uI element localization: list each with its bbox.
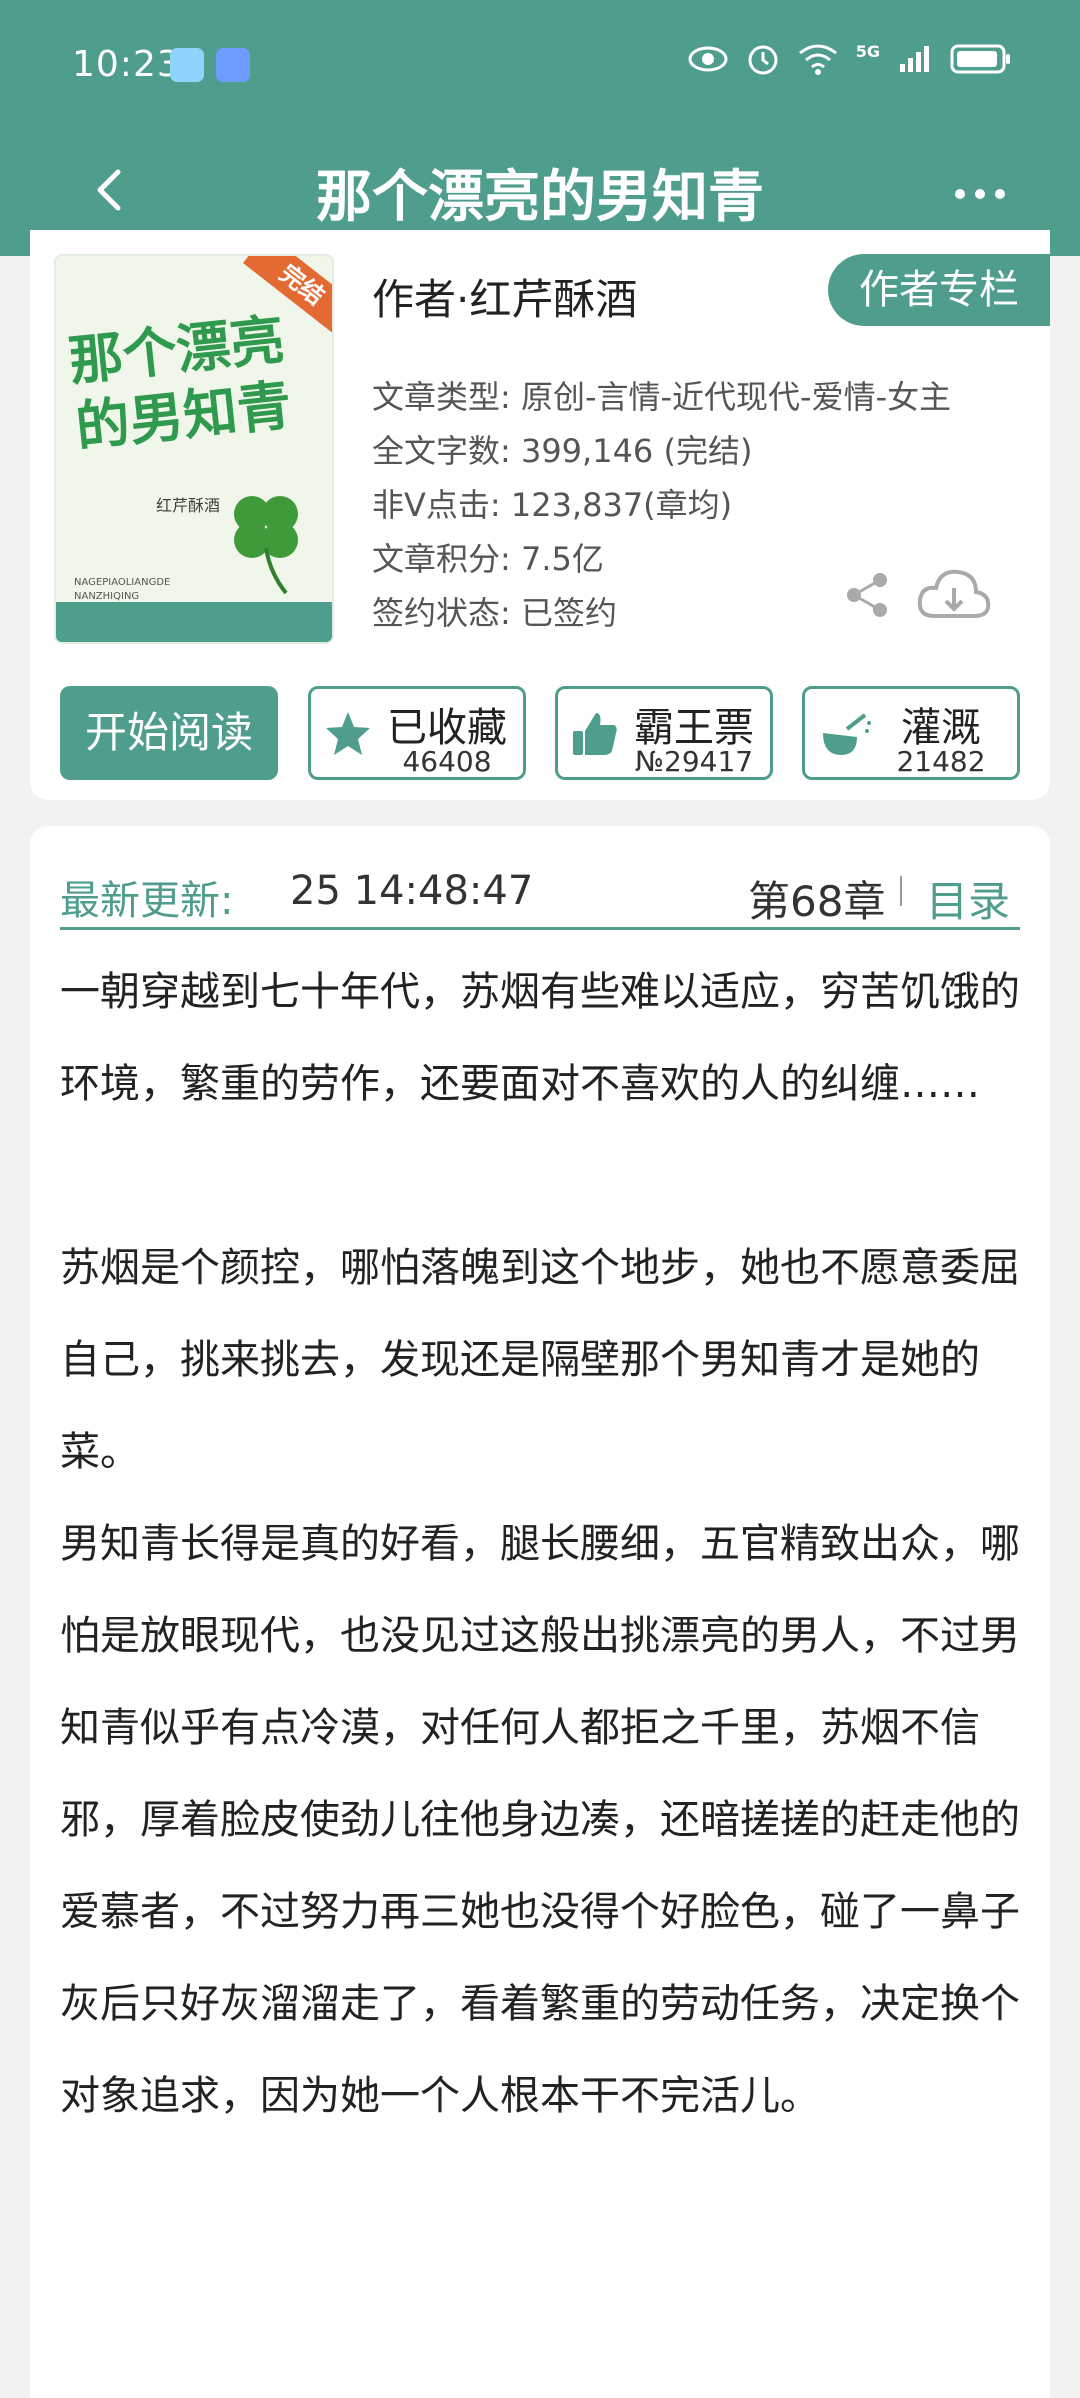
latest-update-row[interactable]: 最新更新: 25 14:48:47 第68章 目录 [60, 850, 1020, 930]
meta-type: 文章类型: 原创-言情-近代现代-爱情-女主 [372, 378, 952, 416]
signal-icon [900, 46, 929, 72]
eye-icon [688, 46, 728, 72]
thumbs-up-icon [573, 713, 617, 755]
star-icon [326, 712, 370, 755]
favorite-button[interactable]: 已收藏 46408 [308, 686, 526, 780]
author-name[interactable]: 作者·红芹酥酒 [372, 266, 637, 327]
water-button[interactable]: 灌溉 21482 [802, 686, 1020, 780]
latest-chapter[interactable]: 第68章 [748, 868, 885, 929]
wifi-icon [798, 44, 837, 75]
book-cover[interactable]: 那个漂亮的男知青 红芹酥酒 NAGEPIAOLIANGDE NANZHIQING… [54, 254, 334, 644]
cover-title: 那个漂亮的男知青 [65, 307, 295, 459]
favorite-count: 46408 [402, 745, 492, 778]
start-reading-button[interactable]: 开始阅读 [60, 686, 278, 780]
synopsis-paragraph: 苏烟是个颜控，哪怕落魄到这个地步，她也不愿意委屈自己，挑来挑去，发现还是隔壁那个… [60, 1245, 1020, 1475]
watering-can-icon [823, 713, 871, 755]
divider [900, 876, 902, 906]
clover-icon [234, 496, 298, 595]
latest-update-time: 25 14:48:47 [290, 868, 534, 914]
synopsis-text: 一朝穿越到七十年代，苏烟有些难以适应，穷苦饥饿的环境，繁重的劳作，还要面对不喜欢… [60, 946, 1020, 2142]
synopsis-paragraph [60, 1130, 1020, 1222]
cover-pinyin: NAGEPIAOLIANGDE NANZHIQING [74, 577, 171, 602]
status-bar: 10:23 5G [0, 0, 1080, 130]
battery-icon [950, 44, 1010, 74]
table-of-contents-link[interactable]: 目录 [926, 868, 1010, 929]
alarm-icon [748, 45, 778, 75]
meta-clicks: 非Ⅴ点击: 123,837(章均) [372, 486, 733, 524]
action-buttons: 开始阅读 已收藏 46408 霸王票 №29417 灌溉 21482 [30, 686, 1050, 782]
synopsis-paragraph: 男知青长得是真的好看，腿长腰细，五官精致出众，哪怕是放眼现代，也没见过这般出挑漂… [60, 1521, 1020, 2119]
synopsis-paragraph: 一朝穿越到七十年代，苏烟有些难以适应，穷苦饥饿的环境，繁重的劳作，还要面对不喜欢… [60, 969, 1020, 1107]
app-notification-icon [216, 48, 250, 82]
status-icons: 5G [688, 42, 1012, 76]
water-count: 21482 [896, 745, 986, 778]
page-title: 那个漂亮的男知青 [316, 165, 764, 230]
synopsis-card: 最新更新: 25 14:48:47 第68章 目录 一朝穿越到七十年代，苏烟有些… [30, 826, 1050, 2398]
cover-band [56, 602, 332, 642]
download-icon[interactable] [914, 566, 994, 626]
book-info-card: 那个漂亮的男知青 红芹酥酒 NAGEPIAOLIANGDE NANZHIQING… [30, 230, 1050, 800]
more-icon[interactable] [950, 164, 1010, 224]
latest-update-label: 最新更新: [60, 878, 234, 924]
bawang-ticket-count: №29417 [634, 745, 754, 778]
bawang-ticket-button[interactable]: 霸王票 №29417 [555, 686, 773, 780]
meta-word-count: 全文字数: 399,146 (完结) [372, 432, 753, 470]
network-type-label: 5G [855, 42, 880, 61]
status-time: 10:23 [72, 44, 181, 85]
cover-author: 红芹酥酒 [156, 496, 221, 515]
author-column-button[interactable]: 作者专栏 [828, 254, 1050, 326]
top-bar: 10:23 5G 那个漂亮的男知青 [0, 0, 1080, 256]
app-notification-icon [170, 48, 204, 82]
share-icon[interactable] [842, 570, 892, 620]
